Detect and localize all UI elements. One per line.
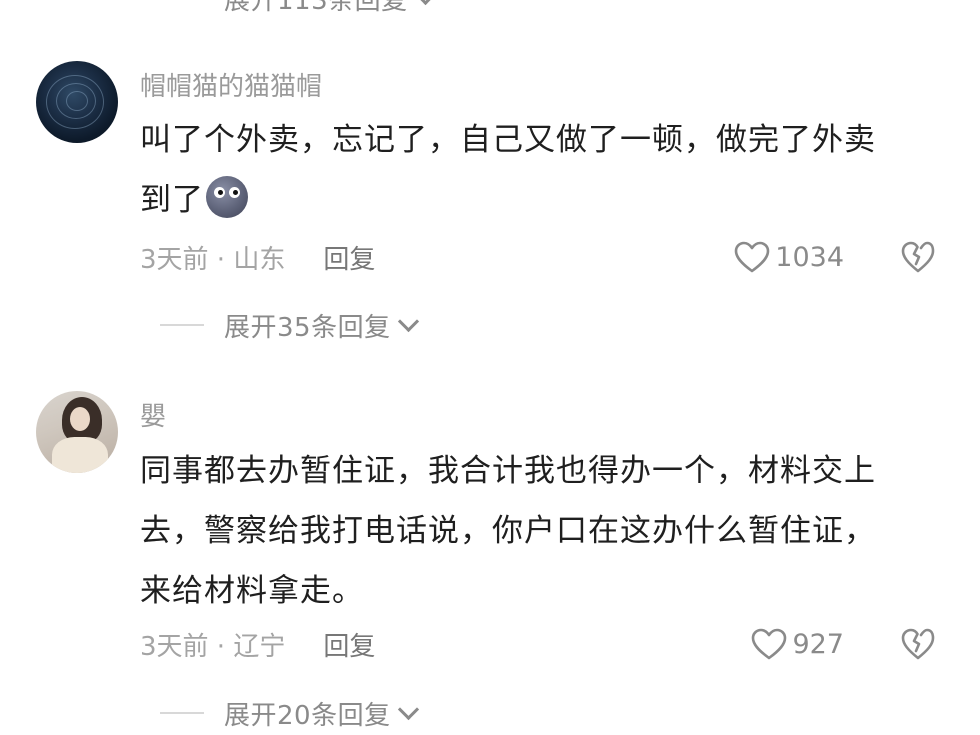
like-count: 927 — [792, 628, 844, 660]
expand-replies-button[interactable]: 展开20条回复 — [160, 693, 419, 733]
heart-outline-icon — [734, 241, 770, 273]
comment-text-line: 来给材料拿走。 — [140, 573, 364, 609]
expand-replies-label: 展开35条回复 — [224, 312, 391, 343]
expand-replies-button[interactable]: 展开113条回复 — [160, 0, 436, 18]
like-button[interactable]: 927 — [750, 627, 844, 661]
comment-list: 展开113条回复 帽帽猫的猫猫帽 叫了个外卖，忘记了，自己又做了一顿，做完了外卖… — [0, 0, 980, 735]
comment-text: 叫了个外卖，忘记了，自己又做了一顿，做完了外卖 到了 — [140, 110, 930, 230]
reply-button[interactable]: 回复 — [323, 239, 375, 276]
new-moon-face-emoji-icon — [206, 176, 248, 218]
comment-meta: 3天前 · 辽宁 回复 927 — [140, 624, 940, 664]
username[interactable]: 帽帽猫的猫猫帽 — [140, 66, 322, 103]
avatar[interactable] — [36, 391, 118, 473]
comment-text-line: 到了 — [140, 170, 930, 230]
comment-text: 同事都去办暂住证，我合计我也得办一个，材料交上 去，警察给我打电话说，你户口在这… — [140, 441, 930, 621]
divider-line — [160, 712, 204, 714]
divider-line — [160, 324, 204, 326]
avatar-body — [52, 437, 108, 473]
comment-text-segment: 到了 — [140, 182, 204, 218]
comment-text-line: 去，警察给我打电话说，你户口在这办什么暂住证， — [140, 513, 876, 549]
avatar-swirl — [66, 91, 88, 111]
expand-replies-button[interactable]: 展开35条回复 — [160, 305, 419, 345]
expand-replies-label: 展开113条回复 — [224, 0, 408, 16]
avatar[interactable] — [36, 61, 118, 143]
chevron-down-icon — [414, 0, 436, 5]
time-location: 3天前 · 辽宁 — [140, 631, 286, 662]
reply-button[interactable]: 回复 — [323, 626, 375, 663]
dislike-button[interactable] — [900, 240, 936, 274]
time-location: 3天前 · 山东 — [140, 244, 286, 275]
chevron-down-icon — [397, 310, 419, 332]
like-button[interactable]: 1034 — [733, 240, 844, 274]
comment-meta: 3天前 · 山东 回复 1034 — [140, 237, 940, 277]
heart-outline-icon — [752, 628, 787, 660]
broken-heart-icon — [901, 241, 935, 273]
broken-heart-icon — [901, 628, 935, 660]
like-count: 1034 — [775, 241, 844, 273]
expand-replies-label: 展开20条回复 — [224, 700, 391, 731]
comment-text-line: 叫了个外卖，忘记了，自己又做了一顿，做完了外卖 — [140, 122, 876, 158]
username[interactable]: 嬰 — [140, 396, 166, 433]
comment-text-line: 同事都去办暂住证，我合计我也得办一个，材料交上 — [140, 453, 876, 489]
dislike-button[interactable] — [900, 627, 936, 661]
avatar-face — [70, 407, 90, 431]
chevron-down-icon — [397, 698, 419, 720]
